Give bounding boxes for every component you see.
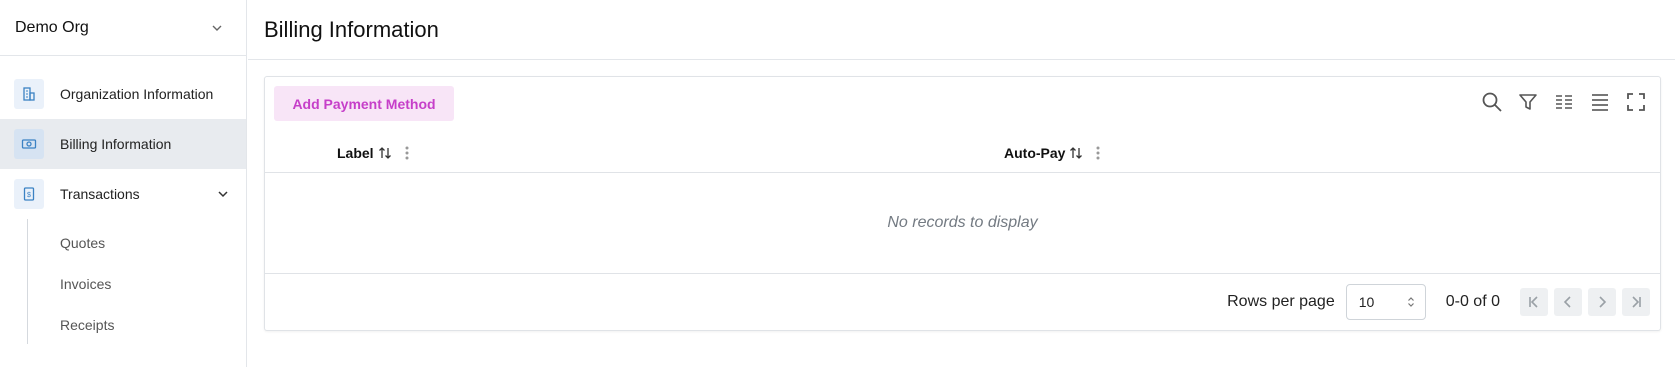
sidebar-nav: Organization Information Billing Informa… bbox=[0, 69, 246, 344]
first-page-icon bbox=[1529, 296, 1538, 308]
table-tools bbox=[1480, 90, 1648, 114]
first-page-button[interactable] bbox=[1520, 288, 1548, 316]
sidebar-item-organization-information[interactable]: Organization Information bbox=[0, 69, 246, 119]
column-header-text: Auto-Pay bbox=[1004, 145, 1066, 161]
select-arrows-icon bbox=[1407, 297, 1414, 307]
money-icon bbox=[14, 129, 44, 159]
sidebar-item-transactions[interactable]: $ Transactions bbox=[0, 169, 246, 219]
pagination-range: 0-0 of 0 bbox=[1445, 293, 1500, 310]
filter-icon[interactable] bbox=[1516, 90, 1540, 114]
pager-buttons bbox=[1520, 288, 1650, 316]
page-header: Billing Information bbox=[248, 0, 1675, 60]
sidebar-item-label: Billing Information bbox=[60, 136, 172, 152]
column-menu-icon[interactable] bbox=[1095, 145, 1101, 161]
columns-icon[interactable] bbox=[1552, 90, 1576, 114]
rows-per-page-select[interactable]: 10 bbox=[1345, 284, 1426, 320]
chevron-left-icon bbox=[1563, 296, 1571, 308]
pagination: Rows per page 10 0-0 of 0 bbox=[265, 274, 1660, 330]
building-icon bbox=[14, 79, 44, 109]
table-toolbar: Add Payment Method bbox=[265, 77, 1660, 133]
column-header-text: Label bbox=[337, 145, 374, 161]
column-menu-icon[interactable] bbox=[404, 145, 410, 161]
fullscreen-icon[interactable] bbox=[1624, 90, 1648, 114]
receipt-icon: $ bbox=[14, 179, 44, 209]
search-icon[interactable] bbox=[1480, 90, 1504, 114]
empty-state: No records to display bbox=[265, 173, 1660, 274]
sidebar-subitem-invoices[interactable]: Invoices bbox=[28, 263, 246, 304]
chevron-down-icon bbox=[212, 25, 222, 31]
column-header-auto-pay[interactable]: Auto-Pay bbox=[1004, 133, 1101, 173]
sidebar-subitem-quotes[interactable]: Quotes bbox=[28, 222, 246, 263]
billing-table-card: Add Payment Method Label Auto-Pay No rec… bbox=[264, 76, 1661, 331]
density-icon[interactable] bbox=[1588, 90, 1612, 114]
chevron-right-icon bbox=[1599, 296, 1607, 308]
rows-per-page-value: 10 bbox=[1358, 294, 1375, 310]
sidebar-item-label: Organization Information bbox=[60, 86, 214, 102]
next-page-button[interactable] bbox=[1588, 288, 1616, 316]
last-page-icon bbox=[1632, 296, 1641, 308]
sidebar-subitem-receipts[interactable]: Receipts bbox=[28, 304, 246, 345]
sort-icon[interactable] bbox=[378, 146, 392, 160]
org-name: Demo Org bbox=[15, 18, 89, 36]
column-header-label[interactable]: Label bbox=[337, 133, 410, 173]
last-page-button[interactable] bbox=[1622, 288, 1650, 316]
sidebar-item-label: Transactions bbox=[60, 186, 140, 202]
add-payment-method-button[interactable]: Add Payment Method bbox=[274, 86, 454, 121]
table-header: Label Auto-Pay bbox=[265, 133, 1660, 173]
svg-text:$: $ bbox=[27, 192, 31, 199]
sidebar-item-billing-information[interactable]: Billing Information bbox=[0, 119, 246, 169]
page-title: Billing Information bbox=[264, 16, 439, 42]
sidebar: Demo Org Organization Information Billin… bbox=[0, 0, 247, 367]
empty-state-text: No records to display bbox=[887, 214, 1038, 231]
chevron-down-icon[interactable] bbox=[216, 187, 230, 201]
previous-page-button[interactable] bbox=[1554, 288, 1582, 316]
transactions-subnav: Quotes Invoices Receipts bbox=[27, 219, 246, 344]
org-switcher[interactable]: Demo Org bbox=[0, 0, 246, 56]
rows-per-page-label: Rows per page bbox=[1227, 293, 1335, 310]
sort-icon[interactable] bbox=[1069, 146, 1083, 160]
